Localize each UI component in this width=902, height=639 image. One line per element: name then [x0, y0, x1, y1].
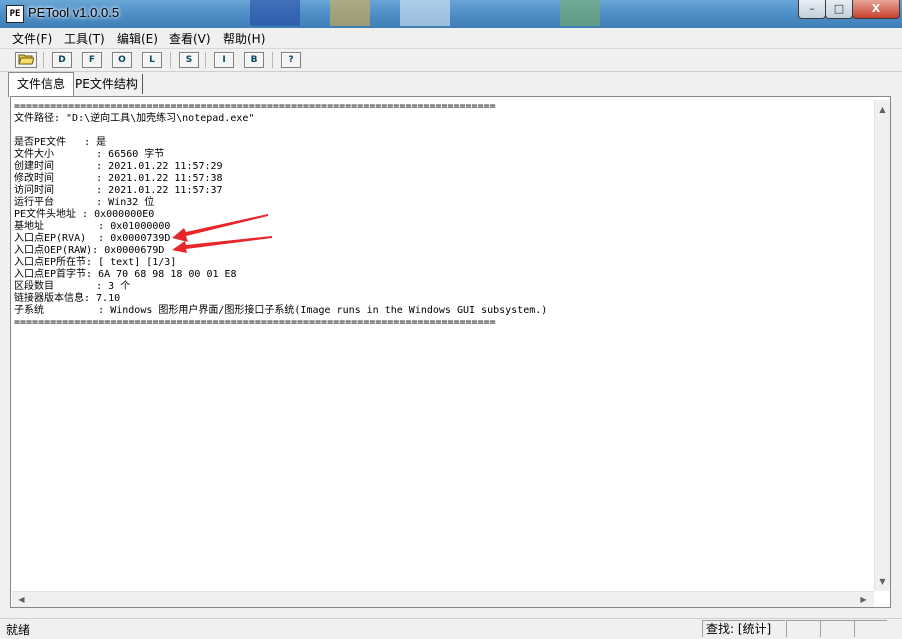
text-line: 入口点EP(RVA) : 0x0000739D [14, 233, 171, 244]
text-line: 子系统 : Windows 图形用户界面/图形接口子系统(Image runs … [14, 305, 548, 316]
menu-tools[interactable]: 工具(T) [64, 30, 105, 47]
maximize-button[interactable]: □ [825, 0, 853, 19]
window-title: PETool v1.0.0.5 [28, 5, 120, 20]
background-decoration [330, 0, 370, 26]
scroll-left-arrow[interactable]: ◀ [14, 592, 29, 607]
toolbar-separator [43, 52, 44, 68]
tab-file-info[interactable]: 文件信息 [8, 72, 74, 97]
open-folder-button[interactable] [15, 52, 37, 68]
status-bar: 就绪 查找: [统计] [0, 618, 902, 639]
menu-edit[interactable]: 编辑(E) [117, 30, 158, 47]
horizontal-scrollbar[interactable]: ◀ ▶ [12, 591, 874, 607]
toolbar: D F O L S I B ? [0, 49, 902, 72]
help-button[interactable]: ? [281, 52, 301, 68]
text-line: 运行平台 : Win32 位 [14, 197, 155, 208]
toolbar-button-f[interactable]: F [82, 52, 102, 68]
background-decoration [560, 0, 600, 26]
toolbar-button-s[interactable]: S [179, 52, 199, 68]
status-ready: 就绪 [6, 623, 31, 637]
text-line: ========================================… [14, 101, 496, 112]
text-line: 是否PE文件 : 是 [14, 137, 107, 148]
toolbar-separator [272, 52, 273, 68]
title-bar[interactable]: PE PETool v1.0.0.5 – □ X [0, 0, 902, 28]
text-line: 入口点EP所在节: [ text] [1/3] [14, 257, 177, 268]
toolbar-button-l[interactable]: L [142, 52, 162, 68]
background-decoration [250, 0, 300, 26]
text-line: 入口点OEP(RAW): 0x0000679D [14, 245, 165, 256]
text-line: 访问时间 : 2021.01.22 11:57:37 [14, 185, 223, 196]
menu-help[interactable]: 帮助(H) [223, 30, 265, 47]
text-line: 创建时间 : 2021.01.22 11:57:29 [14, 161, 223, 172]
menu-bar: 文件(F) 工具(T) 编辑(E) 查看(V) 帮助(H) [0, 28, 902, 49]
folder-icon [18, 54, 35, 65]
file-info-text-area[interactable]: ========================================… [10, 96, 891, 608]
scroll-up-arrow[interactable]: ▲ [875, 102, 890, 117]
text-line: 链接器版本信息: 7.10 [14, 293, 121, 304]
toolbar-button-d[interactable]: D [52, 52, 72, 68]
toolbar-separator [205, 52, 206, 68]
scroll-down-arrow[interactable]: ▼ [875, 574, 890, 589]
scroll-right-arrow[interactable]: ▶ [856, 592, 871, 607]
menu-view[interactable]: 查看(V) [169, 30, 211, 47]
status-pane [854, 620, 887, 637]
text-line: 基地址 : 0x01000000 [14, 221, 171, 232]
toolbar-button-o[interactable]: O [112, 52, 132, 68]
text-line: ========================================… [14, 317, 496, 328]
text-line: 区段数目 : 3 个 [14, 281, 131, 292]
app-icon: PE [6, 5, 24, 23]
toolbar-button-b[interactable]: B [244, 52, 264, 68]
file-info-text: ========================================… [14, 101, 547, 329]
text-line: 文件路径: "D:\逆向工具\加壳练习\notepad.exe" [14, 113, 255, 124]
text-line: 修改时间 : 2021.01.22 11:57:38 [14, 173, 223, 184]
toolbar-button-i[interactable]: I [214, 52, 234, 68]
text-line: 入口点EP首字节: 6A 70 68 98 18 00 01 E8 [14, 269, 237, 280]
tab-pe-structure[interactable]: PE文件结构 [71, 74, 143, 94]
toolbar-separator [170, 52, 171, 68]
background-decoration [400, 0, 450, 26]
menu-file[interactable]: 文件(F) [12, 30, 52, 47]
minimize-button[interactable]: – [798, 0, 826, 19]
status-pane [820, 620, 855, 637]
close-button[interactable]: X [852, 0, 900, 19]
vertical-scrollbar[interactable]: ▲ ▼ [874, 100, 890, 591]
text-line: PE文件头地址 : 0x000000E0 [14, 209, 155, 220]
status-pane [786, 620, 821, 637]
text-line [14, 125, 547, 137]
status-find: 查找: [统计] [702, 620, 785, 637]
text-line: 文件大小 : 66560 字节 [14, 149, 165, 160]
